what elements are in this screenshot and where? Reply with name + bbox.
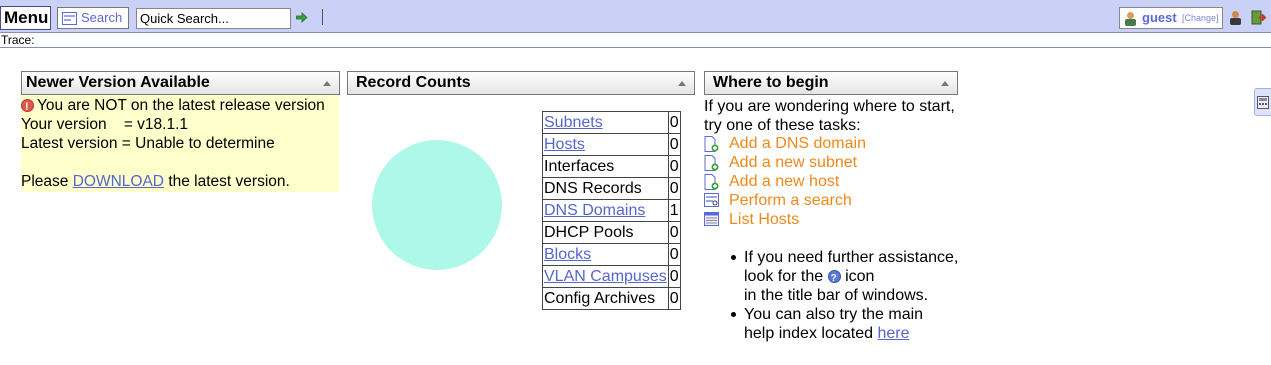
record-count-label[interactable]: DNS Domains — [544, 202, 645, 219]
bullet2-line1: You can also try the main — [744, 306, 924, 323]
change-user-link[interactable]: [Change] — [1182, 13, 1219, 23]
record-count-value: 0 — [667, 133, 681, 156]
newer-version-body: You are NOT on the latest release versio… — [21, 95, 339, 192]
record-counts-table: Subnets 0 Hosts 0 Interfaces 0 DNS Records 0 DNS… — [542, 111, 681, 310]
where-to-begin-title: Where to begin — [713, 74, 829, 91]
task-list: Add a DNS domain Add a new subnet Add a ne… — [704, 134, 964, 229]
warning-icon — [21, 98, 34, 117]
top-toolbar: Menu Search guest [Change] — [0, 0, 1271, 33]
task-item[interactable]: Add a new subnet — [704, 153, 964, 172]
where-to-begin-widget: Where to begin — [704, 71, 958, 95]
quick-search-input[interactable] — [136, 8, 291, 29]
version-warning-text: You are NOT on the latest release versio… — [37, 97, 325, 114]
task-item[interactable]: List Hosts — [704, 210, 964, 229]
record-counts-title: Record Counts — [356, 74, 471, 91]
record-count-row: DNS Records 0 — [542, 177, 681, 200]
newer-version-title: Newer Version Available — [26, 74, 210, 91]
task-link[interactable]: Perform a search — [729, 191, 852, 210]
record-count-row: VLAN Campuses 0 — [542, 265, 681, 288]
bullet1-line1: If you need further assistance, — [744, 249, 959, 266]
record-count-label[interactable]: Blocks — [544, 246, 591, 263]
record-count-row: Interfaces 0 — [542, 155, 681, 178]
where-to-begin-intro: If you are wondering where to start, try… — [704, 97, 955, 135]
logout-icon[interactable] — [1251, 10, 1266, 25]
record-counts-pie — [372, 140, 502, 270]
your-version-text: Your version = v18.1.1 — [21, 116, 189, 133]
collapse-icon[interactable] — [678, 81, 686, 86]
side-calculator-tab[interactable] — [1254, 88, 1271, 116]
record-count-value: 0 — [667, 111, 681, 134]
help-bullets: If you need further assistance, look for… — [727, 248, 958, 343]
record-counts-titlebar[interactable]: Record Counts — [347, 71, 695, 95]
search-button[interactable]: Search — [57, 7, 129, 29]
record-count-value: 0 — [667, 243, 681, 266]
user-icon — [1125, 12, 1136, 26]
task-item[interactable]: Add a new host — [704, 172, 964, 191]
record-count-row: DNS Domains 1 — [542, 199, 681, 222]
collapse-icon[interactable] — [941, 81, 949, 86]
record-count-row: Hosts 0 — [542, 133, 681, 156]
intro-line-2: try one of these tasks: — [704, 117, 861, 134]
record-count-label[interactable]: Hosts — [544, 136, 585, 153]
user-preferences-icon[interactable] — [1228, 10, 1243, 25]
task-link[interactable]: Add a new subnet — [729, 153, 857, 172]
help-bullet: If you need further assistance, look for… — [727, 248, 958, 305]
help-bullet: You can also try the main help index loc… — [727, 305, 958, 343]
latest-version-tail-text: the latest version. — [168, 173, 290, 190]
newer-version-titlebar[interactable]: Newer Version Available — [21, 71, 340, 95]
record-count-value: 0 — [667, 287, 681, 310]
go-arrow-icon[interactable] — [296, 12, 308, 23]
bullet1-line2a: look for the — [744, 268, 824, 285]
search-form-icon — [62, 12, 77, 25]
task-link[interactable]: Add a DNS domain — [729, 134, 866, 153]
record-count-label[interactable]: VLAN Campuses — [544, 268, 667, 285]
user-box[interactable]: guest [Change] — [1119, 7, 1223, 29]
help-icon — [827, 269, 841, 288]
newer-version-widget: Newer Version Available You are NOT on t… — [21, 71, 340, 192]
help-index-link[interactable]: here — [877, 325, 909, 342]
bullet2-line2: help index located — [744, 325, 873, 342]
record-count-value: 0 — [667, 265, 681, 288]
record-count-label: Interfaces — [544, 157, 615, 175]
calculator-icon — [1257, 96, 1269, 109]
record-count-value: 0 — [667, 155, 681, 178]
user-name: guest — [1142, 10, 1177, 25]
record-count-label: Config Archives — [544, 289, 656, 307]
record-count-value: 0 — [667, 221, 681, 244]
task-item[interactable]: Perform a search — [704, 191, 964, 210]
record-count-label: DHCP Pools — [544, 223, 634, 241]
list-table-icon — [704, 212, 719, 231]
record-count-value: 1 — [667, 199, 681, 222]
please-text: Please — [21, 173, 69, 190]
bullet1-line2b: icon — [845, 268, 875, 285]
bullet1-line3: in the title bar of windows. — [744, 287, 929, 304]
where-to-begin-titlebar[interactable]: Where to begin — [704, 71, 958, 95]
toolbar-separator — [322, 9, 323, 25]
record-count-row: Subnets 0 — [542, 111, 681, 134]
collapse-icon[interactable] — [323, 81, 331, 86]
task-item[interactable]: Add a DNS domain — [704, 134, 964, 153]
menu-button[interactable]: Menu — [0, 6, 51, 30]
record-count-row: Blocks 0 — [542, 243, 681, 266]
latest-version-text: Latest version = Unable to determine — [21, 135, 275, 152]
download-link[interactable]: DOWNLOAD — [73, 173, 164, 190]
record-count-label[interactable]: Subnets — [544, 114, 603, 131]
intro-line-1: If you are wondering where to start, — [704, 98, 955, 115]
trace-bar: Trace: — [0, 33, 1271, 48]
record-count-row: Config Archives 0 — [542, 287, 681, 310]
record-count-value: 0 — [667, 177, 681, 200]
task-link[interactable]: Add a new host — [729, 172, 839, 191]
record-counts-widget: Record Counts — [347, 71, 695, 95]
record-count-row: DHCP Pools 0 — [542, 221, 681, 244]
search-button-label: Search — [81, 10, 123, 25]
record-count-label: DNS Records — [544, 179, 642, 197]
task-link[interactable]: List Hosts — [729, 210, 799, 229]
